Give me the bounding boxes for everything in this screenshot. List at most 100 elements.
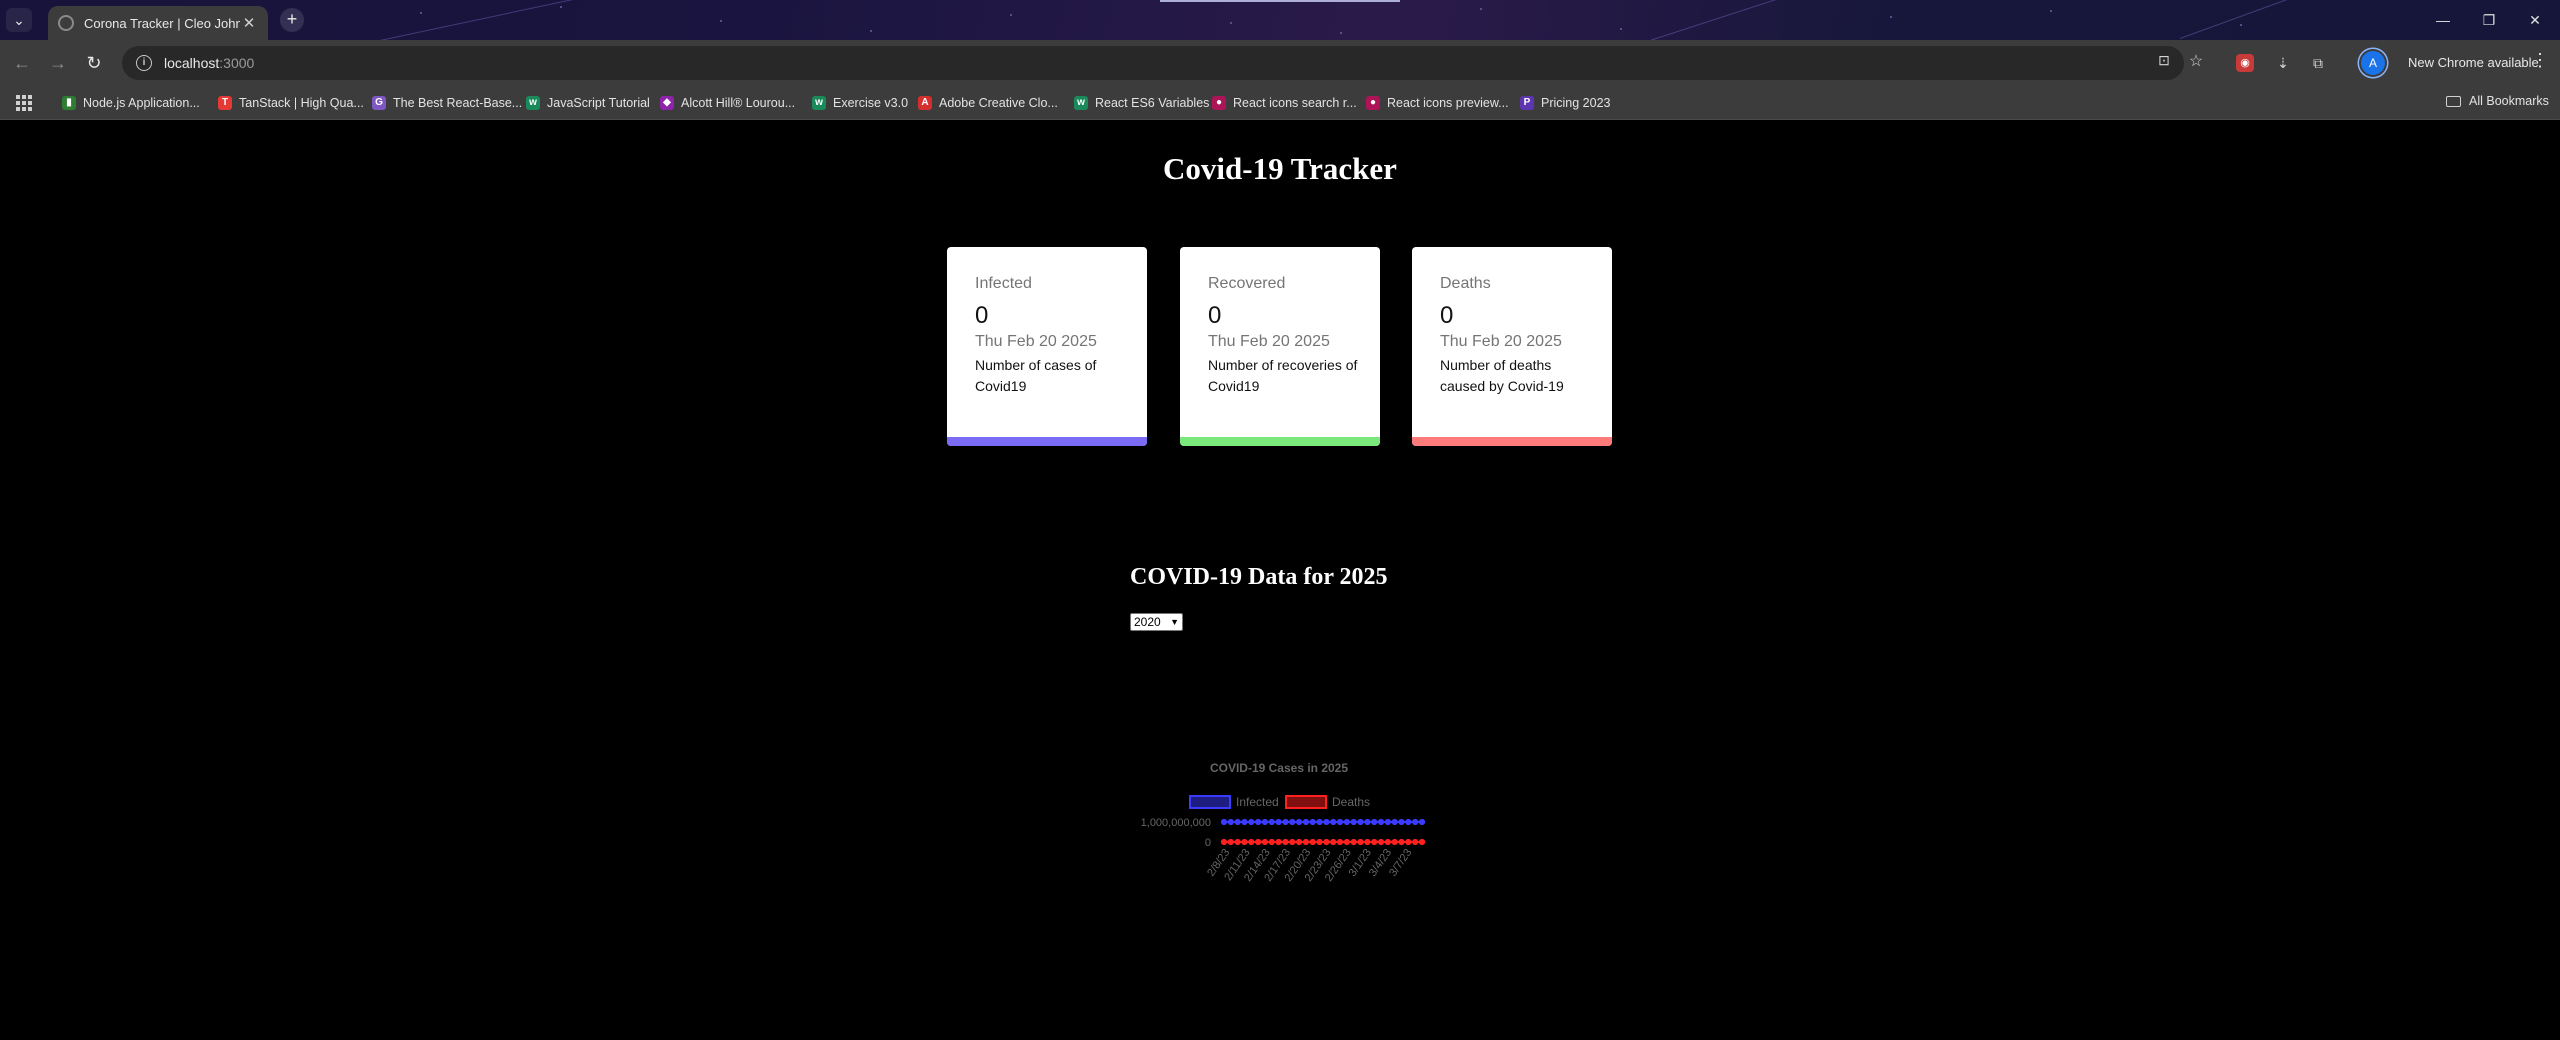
bookmark-label: JavaScript Tutorial <box>547 96 650 110</box>
data-point <box>1405 818 1412 826</box>
chevron-down-icon: ▼ <box>1170 617 1179 627</box>
card-label: Deaths <box>1440 275 1491 292</box>
folder-icon <box>2446 95 2461 107</box>
chrome-menu-icon[interactable]: ⋮ <box>2530 50 2550 71</box>
data-point <box>1255 838 1262 846</box>
tab-favicon-icon <box>58 15 74 31</box>
bookmark-item[interactable]: A Adobe Creative Clo... <box>918 94 1058 112</box>
tab-title: Corona Tracker | Cleo Johnson <box>84 15 240 31</box>
data-point <box>1220 818 1228 826</box>
bookmark-item[interactable]: G The Best React-Base... <box>372 94 522 112</box>
data-point <box>1418 838 1426 846</box>
bookmark-item[interactable]: ◆ Alcott Hill® Lourou... <box>660 94 795 112</box>
bookmark-favicon-icon: w <box>1074 96 1088 110</box>
bookmark-favicon-icon: ◆ <box>660 96 674 110</box>
bookmark-favicon-icon: T <box>218 96 232 110</box>
data-point <box>1330 818 1337 826</box>
bookmarks-bar: All Bookmarks ▮ Node.js Application... T Ta… <box>0 86 2560 120</box>
data-point <box>1323 818 1330 826</box>
data-point <box>1248 818 1255 826</box>
bookmark-label: Exercise v3.0 <box>833 96 909 110</box>
bookmark-label: Alcott Hill® Lourou... <box>681 96 796 110</box>
data-point <box>1371 838 1378 846</box>
data-point <box>1241 838 1248 846</box>
extension-red-icon[interactable]: ◉ <box>2236 54 2254 72</box>
bookmark-label: React icons search r... <box>1233 96 1357 110</box>
recovered-card: Recovered 0 Thu Feb 20 2025 Number of re… <box>1180 247 1380 446</box>
reload-icon[interactable]: ↻ <box>82 51 106 75</box>
card-value: 0 <box>1440 302 1454 329</box>
year-select[interactable]: 2020 ▼ <box>1130 613 1183 631</box>
data-point <box>1261 838 1269 846</box>
bookmark-item[interactable]: P Pricing 2023 <box>1520 94 1611 112</box>
bookmark-favicon-icon: P <box>1520 96 1534 110</box>
data-point <box>1343 818 1350 826</box>
all-bookmarks-button[interactable]: All Bookmarks <box>2446 94 2549 108</box>
bookmark-label: Pricing 2023 <box>1541 96 1611 110</box>
address-bar[interactable]: i localhost:3000 <box>122 46 2184 80</box>
card-date: Thu Feb 20 2025 <box>975 333 1097 350</box>
site-info-icon[interactable]: i <box>136 55 152 71</box>
bookmark-label: React icons preview... <box>1387 96 1509 110</box>
extensions-puzzle-icon[interactable]: ⧉ <box>2307 52 2329 74</box>
bookmark-label: TanStack | High Qua... <box>239 96 364 110</box>
forward-arrow-icon[interactable]: → <box>46 51 70 75</box>
year-select-value: 2020 <box>1134 615 1161 629</box>
extension-pin-icon[interactable]: ⇣ <box>2272 52 2294 74</box>
data-point <box>1289 818 1296 826</box>
bookmark-favicon-icon: ▮ <box>62 96 76 110</box>
minimize-icon[interactable]: — <box>2420 6 2466 34</box>
bookmark-item[interactable]: w React ES6 Variables <box>1074 94 1209 112</box>
card-value: 0 <box>975 302 989 329</box>
profile-avatar[interactable]: A <box>2361 51 2385 75</box>
bookmark-item[interactable]: w Exercise v3.0 <box>812 94 908 112</box>
data-point <box>1330 838 1337 846</box>
data-point <box>1316 818 1323 826</box>
data-point <box>1405 838 1412 846</box>
new-chrome-available-button[interactable]: New Chrome available <box>2396 49 2551 77</box>
data-point <box>1350 818 1357 826</box>
data-point <box>1391 838 1398 846</box>
bookmark-item[interactable]: ● React icons search r... <box>1212 94 1357 112</box>
y-tick-label: 1,000,000,000 <box>1141 817 1211 829</box>
data-point <box>1296 838 1303 846</box>
close-window-icon[interactable]: ✕ <box>2512 6 2558 34</box>
all-bookmarks-label: All Bookmarks <box>2469 94 2549 108</box>
bookmark-item[interactable]: T TanStack | High Qua... <box>218 94 364 112</box>
data-point <box>1412 818 1419 826</box>
apps-grid-icon[interactable] <box>16 95 32 111</box>
data-point <box>1227 838 1234 846</box>
data-point <box>1234 818 1241 826</box>
page-content: Covid-19 Tracker Infected 0 Thu Feb 20 2… <box>0 121 2560 1040</box>
back-arrow-icon[interactable]: ← <box>10 51 34 75</box>
card-label: Recovered <box>1208 275 1286 292</box>
tab-search-chevron-icon[interactable]: ⌄ <box>6 8 32 32</box>
bookmark-item[interactable]: ▮ Node.js Application... <box>62 94 200 112</box>
restore-icon[interactable]: ❐ <box>2466 6 2512 34</box>
data-point <box>1323 838 1330 846</box>
browser-toolbar: ← → ↻ i localhost:3000 ⊡ ☆ ◉ ⇣ ⧉ <box>0 40 2560 86</box>
data-point <box>1275 838 1282 846</box>
data-point <box>1261 818 1269 826</box>
bookmark-favicon-icon: ● <box>1366 96 1380 110</box>
cases-line-chart: COVID-19 Cases in 2025 Infected Deaths 1,00… <box>1141 761 1426 884</box>
bookmark-label: Adobe Creative Clo... <box>939 96 1058 110</box>
bookmark-favicon-icon: w <box>526 96 540 110</box>
infected-card: Infected 0 Thu Feb 20 2025 Number of cas… <box>947 247 1147 446</box>
bookmark-favicon-icon: w <box>812 96 826 110</box>
page-title: Covid-19 Tracker <box>1163 151 1397 186</box>
bookmark-item[interactable]: w JavaScript Tutorial <box>526 94 650 112</box>
bookmark-star-icon[interactable]: ☆ <box>2186 51 2206 71</box>
card-description: Number of deaths caused by Covid-19 <box>1440 357 1564 394</box>
active-tab[interactable]: Corona Tracker | Cleo Johnson ✕ <box>48 6 268 40</box>
data-point <box>1255 818 1262 826</box>
card-color-bar <box>1180 437 1380 446</box>
bookmark-label: React ES6 Variables <box>1095 96 1210 110</box>
new-tab-plus-icon[interactable]: + <box>280 8 304 32</box>
tab-close-icon[interactable]: ✕ <box>240 14 258 32</box>
bookmark-favicon-icon: A <box>918 96 932 110</box>
card-description: Number of cases of Covid19 <box>975 357 1097 394</box>
bookmark-item[interactable]: ● React icons preview... <box>1366 94 1509 112</box>
data-point <box>1371 818 1378 826</box>
install-app-icon[interactable]: ⊡ <box>2154 52 2174 69</box>
